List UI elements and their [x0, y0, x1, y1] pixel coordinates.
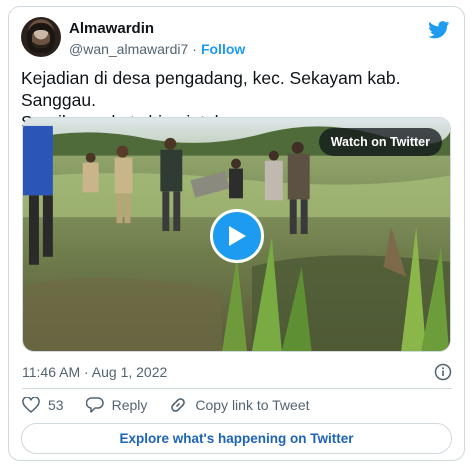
author-info: Almawardin @wan_almawardi7 · Follow [69, 20, 245, 58]
info-icon[interactable] [434, 363, 452, 381]
play-button[interactable] [210, 209, 264, 263]
follow-button[interactable]: Follow [201, 41, 245, 57]
explore-button[interactable]: Explore what's happening on Twitter [21, 423, 452, 454]
avatar[interactable] [21, 17, 61, 57]
separator: · [192, 41, 197, 57]
reply-label: Reply [111, 397, 148, 413]
heart-icon [22, 397, 40, 413]
like-count: 53 [48, 397, 64, 413]
timestamp[interactable]: 11:46 AM · Aug 1, 2022 [22, 364, 167, 380]
reply-icon [85, 397, 104, 413]
tweet-card: Almawardin @wan_almawardi7 · Follow Kejadi… [8, 6, 465, 461]
like-button[interactable]: 53 [22, 395, 64, 415]
watch-on-twitter-button[interactable]: Watch on Twitter [318, 128, 442, 156]
divider [22, 388, 452, 389]
handle-row: @wan_almawardi7 · Follow [69, 40, 245, 58]
play-icon [229, 226, 246, 246]
tweet-header: Almawardin @wan_almawardi7 · Follow [21, 17, 452, 59]
author-display-name[interactable]: Almawardin [69, 20, 245, 38]
copy-link-label: Copy link to Tweet [195, 397, 310, 413]
author-handle[interactable]: @wan_almawardi7 [69, 41, 188, 57]
reply-button[interactable]: Reply [85, 395, 148, 415]
meta-row: 11:46 AM · Aug 1, 2022 [22, 362, 452, 382]
link-icon [171, 398, 186, 412]
copy-link-button[interactable]: Copy link to Tweet [169, 395, 310, 415]
twitter-bird-icon[interactable] [428, 21, 450, 39]
video-player[interactable]: Watch on Twitter [22, 117, 451, 352]
action-bar: 53 Reply Copy link to Tweet [22, 395, 332, 415]
